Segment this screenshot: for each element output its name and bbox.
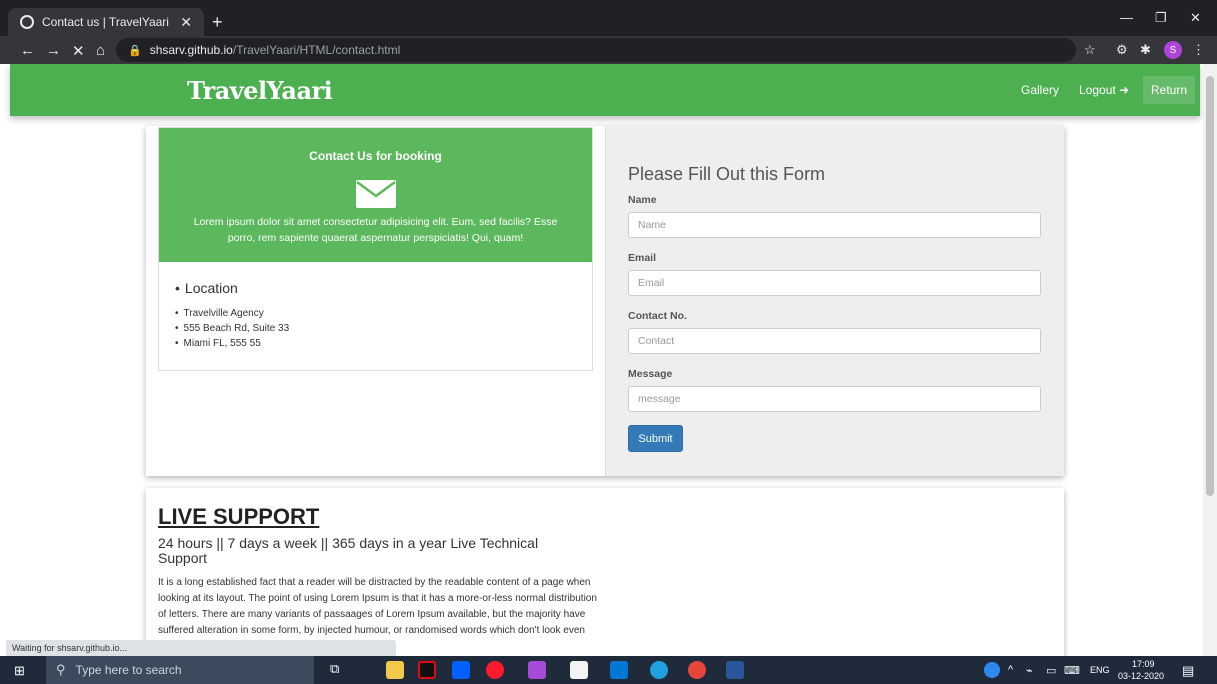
- tray-chevron-icon[interactable]: ^: [1008, 664, 1013, 676]
- site-favicon-icon: [20, 15, 34, 29]
- dropbox-icon[interactable]: [452, 661, 470, 679]
- profile-avatar[interactable]: S: [1164, 41, 1182, 59]
- back-icon[interactable]: ←: [20, 42, 35, 59]
- tab-title: Contact us | TravelYaari: [42, 15, 169, 29]
- logout-icon: ➜: [1119, 83, 1130, 97]
- file-explorer-icon[interactable]: [386, 661, 404, 679]
- taskbar-search[interactable]: ⚲ Type here to search: [46, 656, 314, 684]
- stop-icon[interactable]: ✕: [72, 42, 85, 60]
- email-input[interactable]: [628, 270, 1041, 296]
- browser-tab-bar: Contact us | TravelYaari ✕ + — ❐ ✕: [0, 0, 1217, 36]
- page-viewport: TravelYaari Gallery Logout ➜ Return Cont…: [0, 64, 1203, 656]
- taskbar-search-placeholder: Type here to search: [75, 663, 182, 677]
- forward-icon[interactable]: →: [46, 42, 61, 59]
- form-title: Please Fill Out this Form: [628, 164, 826, 184]
- booking-title: Contact Us for booking: [309, 149, 442, 163]
- battery-icon[interactable]: ▭: [1046, 664, 1056, 677]
- nav-return-button[interactable]: Return: [1143, 76, 1195, 104]
- message-label: Message: [628, 368, 673, 380]
- store-icon[interactable]: [570, 661, 588, 679]
- booking-box: Contact Us for booking Lorem ipsum dolor…: [159, 128, 592, 262]
- location-line: Travelville Agency: [183, 308, 264, 319]
- language-indicator[interactable]: ENG: [1090, 665, 1110, 675]
- browser-tab[interactable]: Contact us | TravelYaari ✕: [8, 8, 204, 36]
- lock-icon: 🔒: [128, 44, 142, 57]
- word-icon[interactable]: [726, 661, 744, 679]
- window-close-icon[interactable]: ✕: [1190, 10, 1201, 26]
- restore-icon[interactable]: ❐: [1155, 10, 1167, 26]
- nav-gallery-link[interactable]: Gallery: [1021, 83, 1059, 97]
- browser-status-bar: Waiting for shsarv.github.io...: [6, 640, 396, 656]
- network-icon[interactable]: ⌁: [1026, 664, 1033, 677]
- url-bar[interactable]: 🔒 shsarv.github.io/TravelYaari/HTML/cont…: [116, 38, 1076, 62]
- new-tab-button[interactable]: +: [212, 12, 223, 33]
- url-path: /TravelYaari/HTML/contact.html: [232, 43, 401, 57]
- edge-icon[interactable]: [650, 661, 668, 679]
- contact-card: Contact Us for booking Lorem ipsum dolor…: [146, 126, 1064, 476]
- task-view-icon[interactable]: ⧉: [330, 661, 348, 679]
- tab-close-icon[interactable]: ✕: [180, 14, 192, 31]
- netflix-icon[interactable]: [418, 661, 436, 679]
- clock-time[interactable]: 17:09: [1132, 659, 1155, 669]
- minimize-icon[interactable]: —: [1120, 10, 1133, 25]
- search-icon: ⚲: [56, 662, 66, 677]
- help-tray-icon[interactable]: [984, 662, 1000, 678]
- chrome-icon[interactable]: [688, 661, 706, 679]
- windows-start-icon[interactable]: ⊞: [14, 663, 25, 679]
- keyboard-icon[interactable]: ⌨: [1064, 664, 1080, 677]
- page-scrollbar[interactable]: [1203, 64, 1217, 656]
- opera-icon[interactable]: [486, 661, 504, 679]
- live-support-card: LIVE SUPPORT 24 hours || 7 days a week |…: [146, 488, 1064, 656]
- submit-button[interactable]: Submit: [628, 425, 683, 452]
- location-line: Miami FL, 555 55: [183, 338, 261, 349]
- contact-info-panel: Contact Us for booking Lorem ipsum dolor…: [158, 127, 593, 371]
- clock-date[interactable]: 03-12-2020: [1118, 671, 1164, 681]
- booking-text: Lorem ipsum dolor sit amet consectetur a…: [193, 216, 558, 244]
- list-item: 555 Beach Rd, Suite 33: [175, 321, 290, 336]
- support-title: LIVE SUPPORT: [158, 504, 320, 529]
- extension-icon[interactable]: ⚙: [1116, 42, 1128, 58]
- nav-logout-link[interactable]: Logout ➜: [1079, 83, 1129, 97]
- mail-app-icon[interactable]: [610, 661, 628, 679]
- location-heading: Location: [175, 280, 238, 296]
- site-navbar: TravelYaari Gallery Logout ➜ Return: [10, 64, 1200, 116]
- contact-label: Contact No.: [628, 310, 687, 322]
- contact-form-panel: Please Fill Out this Form Name Email Con…: [605, 126, 1064, 476]
- location-heading-label: Location: [184, 280, 238, 296]
- email-label: Email: [628, 252, 657, 264]
- browser-menu-icon[interactable]: ⋮: [1192, 42, 1205, 58]
- logout-label: Logout: [1079, 83, 1116, 97]
- home-icon[interactable]: ⌂: [96, 42, 105, 59]
- browser-address-bar: ← → ✕ ⌂ 🔒 shsarv.github.io/TravelYaari/H…: [0, 36, 1217, 64]
- name-label: Name: [628, 194, 657, 206]
- bookmark-star-icon[interactable]: ☆: [1084, 42, 1096, 58]
- url-host: shsarv.github.io: [149, 43, 233, 57]
- name-input[interactable]: [628, 212, 1041, 238]
- extensions-puzzle-icon[interactable]: ✱: [1140, 42, 1151, 58]
- contact-input[interactable]: [628, 328, 1041, 354]
- support-subtitle: 24 hours || 7 days a week || 365 days in…: [158, 535, 539, 566]
- message-input[interactable]: [628, 386, 1041, 412]
- windows-taskbar: ⊞ ⚲ Type here to search ⧉ ^ ⌁ ▭ ⌨ ENG 17…: [0, 656, 1217, 684]
- location-list: Travelville Agency 555 Beach Rd, Suite 3…: [175, 306, 290, 351]
- intellij-icon[interactable]: [528, 661, 546, 679]
- location-line: 555 Beach Rd, Suite 33: [183, 323, 290, 334]
- list-item: Travelville Agency: [175, 306, 289, 321]
- envelope-icon: [356, 180, 396, 208]
- list-item: Miami FL, 555 55: [175, 336, 289, 351]
- notifications-icon[interactable]: ▤: [1182, 663, 1194, 679]
- scrollbar-thumb[interactable]: [1206, 76, 1214, 496]
- site-brand-logo[interactable]: TravelYaari: [187, 76, 333, 105]
